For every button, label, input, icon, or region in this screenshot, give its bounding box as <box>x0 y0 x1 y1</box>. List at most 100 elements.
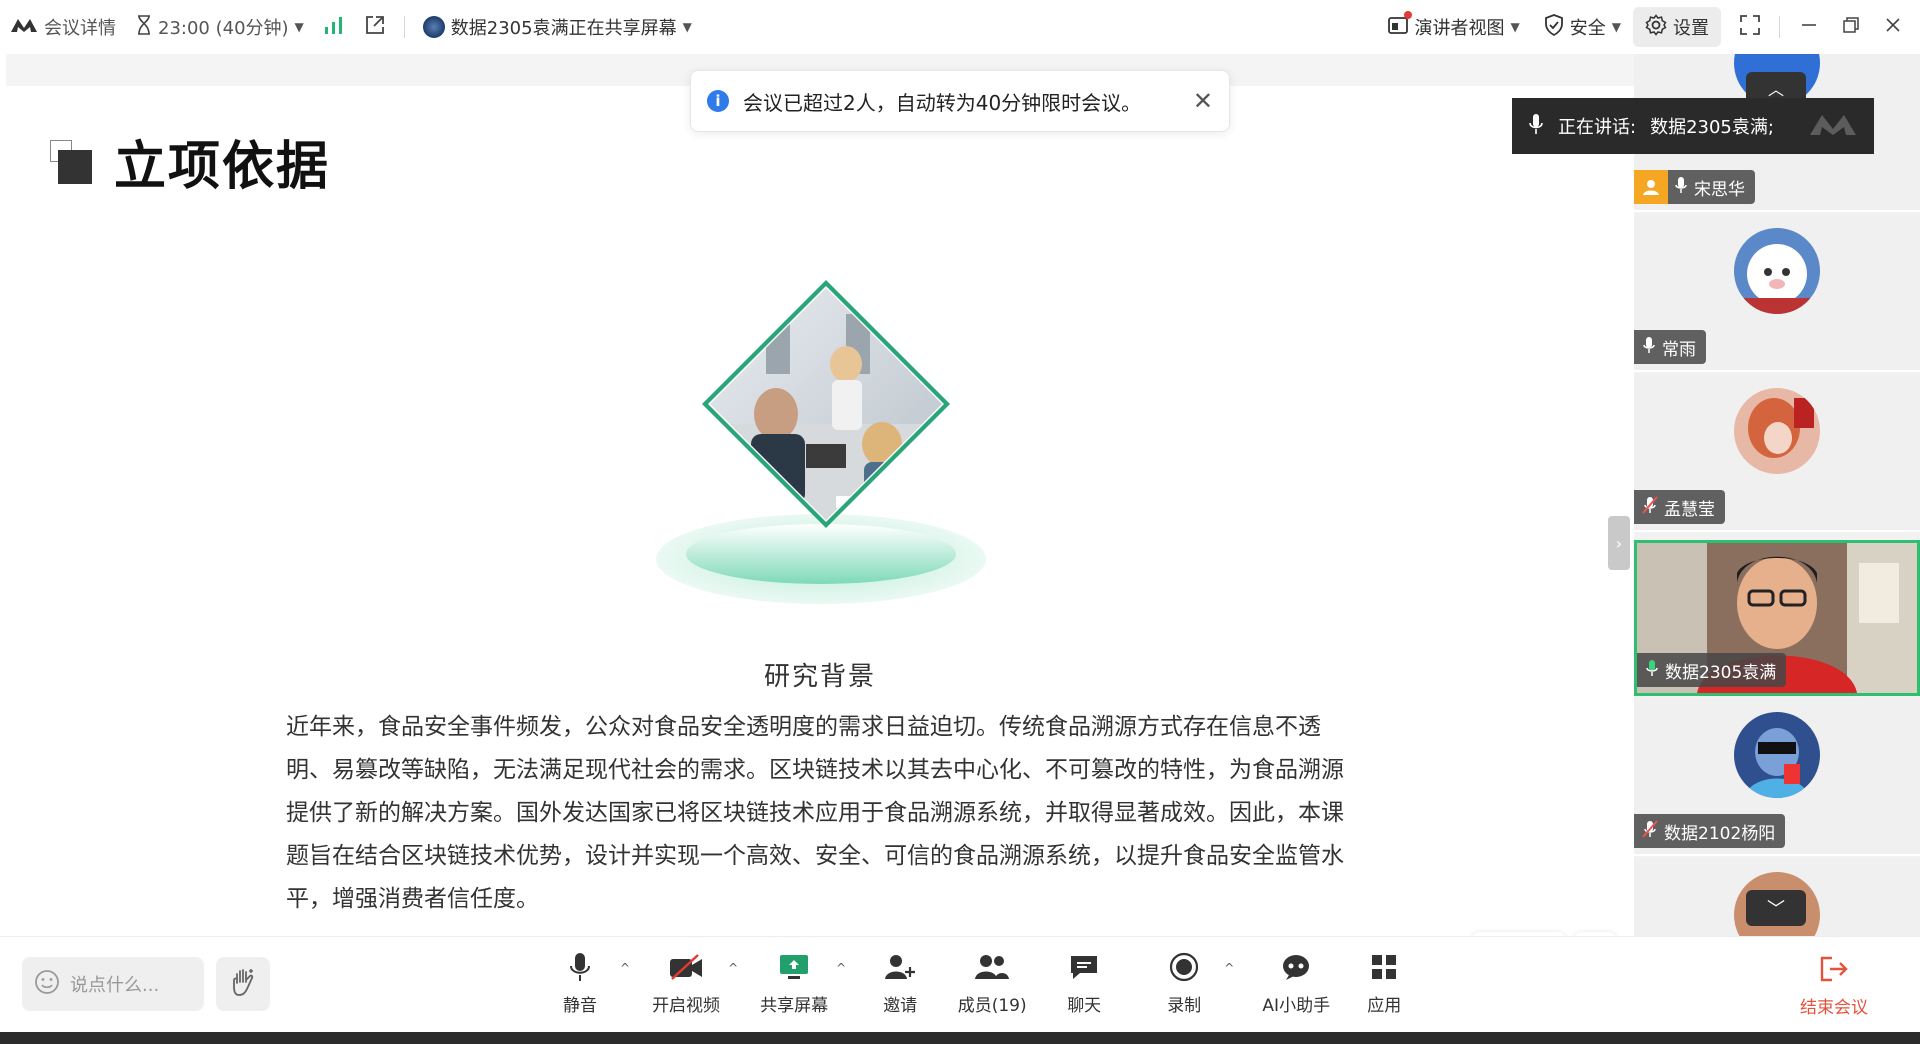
end-meeting-label: 结束会议 <box>1800 998 1868 1018</box>
participant-tile[interactable]: 孟慧莹 <box>1634 374 1920 532</box>
meeting-details-label: 会议详情 <box>44 18 116 39</box>
ai-assistant-label: AI小助手 <box>1262 996 1331 1016</box>
presenter-view-button[interactable]: 演讲者视图 ▼ <box>1375 7 1532 47</box>
mic-muted-icon <box>1642 819 1658 843</box>
section-title: 研究背景 <box>763 662 876 692</box>
microphone-icon <box>568 947 592 987</box>
minimize-icon <box>1800 16 1818 39</box>
record-label: 录制 <box>1167 996 1202 1016</box>
mic-active-icon <box>1645 659 1659 682</box>
hand-icon <box>229 967 257 1001</box>
sharing-status-button[interactable]: 数据2305袁满正在共享屏幕 ▼ <box>413 0 702 54</box>
speaking-name: 数据2305袁满; <box>1650 117 1774 138</box>
end-meeting-button[interactable]: 结束会议 <box>1800 949 1868 1018</box>
host-badge-icon <box>1634 170 1668 204</box>
start-video-label: 开启视频 <box>652 996 721 1016</box>
apps-grid-icon <box>1370 947 1398 987</box>
settings-label: 设置 <box>1673 18 1709 39</box>
ai-assistant-button[interactable]: AI小助手 <box>1248 947 1344 1016</box>
gear-icon <box>1645 13 1667 41</box>
participant-name: 孟慧莹 <box>1664 499 1715 520</box>
add-person-icon <box>883 947 917 987</box>
info-icon: i <box>707 90 729 112</box>
restore-button[interactable] <box>1830 7 1872 47</box>
chat-button[interactable]: 聊天 <box>1044 947 1124 1016</box>
active-speaker-banner: 正在讲话: 数据2305袁满; <box>1512 98 1874 154</box>
mic-icon <box>1528 113 1544 140</box>
top-bar: 会议详情 23:00 (40分钟) ▼ 数据2305袁满正在共享屏幕 ▼ 演讲者… <box>0 0 1920 54</box>
sharing-status-label: 数据2305袁满正在共享屏幕 <box>450 18 677 39</box>
participant-tile[interactable]: 常雨 <box>1634 214 1920 372</box>
popout-button[interactable] <box>354 0 396 54</box>
participant-name-tag: 数据2305袁满 <box>1637 653 1787 687</box>
avatar <box>1734 228 1820 314</box>
app-logo-icon <box>10 16 38 39</box>
start-video-button[interactable]: 开启视频 <box>644 947 728 1016</box>
participant-name-tag: 数据2102杨阳 <box>1634 814 1786 848</box>
record-options-caret[interactable]: ^ <box>1224 961 1234 975</box>
quick-chat-input[interactable]: 说点什么... <box>22 957 204 1011</box>
chevron-down-icon: ▼ <box>1510 20 1520 34</box>
mic-on-icon <box>1674 176 1688 199</box>
apps-button[interactable]: 应用 <box>1344 947 1424 1016</box>
mute-button[interactable]: 静音 <box>540 947 620 1016</box>
time-limit-notice: i 会议已超过2人，自动转为40分钟限时会议。 ✕ <box>690 70 1230 132</box>
title-square-icon <box>50 139 92 184</box>
record-icon <box>1169 947 1199 987</box>
participant-tile[interactable]: 数据2102杨阳 <box>1634 698 1920 856</box>
security-button[interactable]: 安全 ▼ <box>1532 7 1633 47</box>
close-icon <box>1884 16 1902 39</box>
invite-label: 邀请 <box>883 996 918 1016</box>
close-window-button[interactable] <box>1872 7 1914 47</box>
raise-hand-button[interactable] <box>216 957 270 1011</box>
presenter-view-icon <box>1387 10 1412 41</box>
toolbar-center: 静音 ^ 开启视频 ^ 共享屏幕 ^ 邀请 成员(19) 聊天 录制 ^ AI小… <box>540 947 1424 1016</box>
participant-name: 数据2102杨阳 <box>1664 823 1776 844</box>
notification-dot <box>1403 10 1412 19</box>
settings-button[interactable]: 设置 <box>1633 7 1721 47</box>
participant-tile-active-speaker[interactable]: 数据2305袁满 <box>1634 540 1920 696</box>
meeting-details-button[interactable]: 会议详情 <box>0 0 126 54</box>
divider <box>1779 16 1780 38</box>
members-button[interactable]: 成员(19) <box>940 947 1044 1016</box>
ai-assistant-icon <box>1280 947 1312 987</box>
chevron-down-icon: ▼ <box>1611 20 1621 34</box>
minimize-button[interactable] <box>1788 7 1830 47</box>
meeting-photo-diamond <box>702 280 950 528</box>
apps-label: 应用 <box>1367 996 1402 1016</box>
share-screen-icon <box>778 947 810 987</box>
slide-paragraph: 近年来，食品安全事件频发，公众对食品安全透明度的需求日益迫切。传统食品溯源方式存… <box>286 714 1344 912</box>
emoji-icon <box>34 969 60 1000</box>
hourglass-icon <box>136 14 152 40</box>
sharing-avatar-icon <box>422 16 445 38</box>
mute-label: 静音 <box>563 996 597 1016</box>
chat-icon <box>1068 947 1100 987</box>
share-screen-button[interactable]: 共享屏幕 <box>752 947 836 1016</box>
avatar <box>1734 712 1820 798</box>
slide-title-block: 立项依据 <box>50 124 330 199</box>
notice-close-button[interactable]: ✕ <box>1193 87 1213 115</box>
chat-label: 聊天 <box>1067 996 1102 1016</box>
divider <box>403 16 405 38</box>
participant-name-tag: 宋思华 <box>1634 170 1755 204</box>
fullscreen-button[interactable] <box>1729 7 1771 47</box>
video-off-icon <box>668 947 704 987</box>
participant-name-tag: 孟慧莹 <box>1634 490 1725 524</box>
restore-icon <box>1842 16 1860 39</box>
timer-button[interactable]: 23:00 (40分钟) ▼ <box>126 0 314 54</box>
members-label: 成员(19) <box>957 996 1027 1016</box>
invite-button[interactable]: 邀请 <box>860 947 940 1016</box>
record-button[interactable]: 录制 <box>1144 947 1224 1016</box>
share-options-caret[interactable]: ^ <box>836 961 846 975</box>
share-screen-label: 共享屏幕 <box>760 996 829 1016</box>
mute-options-caret[interactable]: ^ <box>620 961 630 975</box>
video-options-caret[interactable]: ^ <box>728 961 738 975</box>
scroll-down-button[interactable]: ﹀ <box>1746 890 1806 926</box>
network-signal-button[interactable] <box>314 0 354 54</box>
panel-collapse-handle[interactable]: › <box>1608 516 1630 570</box>
participant-panel: 宋思华 常雨 孟慧莹 数据2305袁满 数据2102杨阳 <box>1634 54 1920 936</box>
fullscreen-icon <box>1739 14 1761 41</box>
shared-screen: 立项依据 研究背景 近年来，食品安全事件频发，公众对食品安全透明度的需求日益迫切… <box>6 54 1634 936</box>
avatar <box>1734 388 1820 474</box>
signal-bars-icon <box>324 16 344 39</box>
